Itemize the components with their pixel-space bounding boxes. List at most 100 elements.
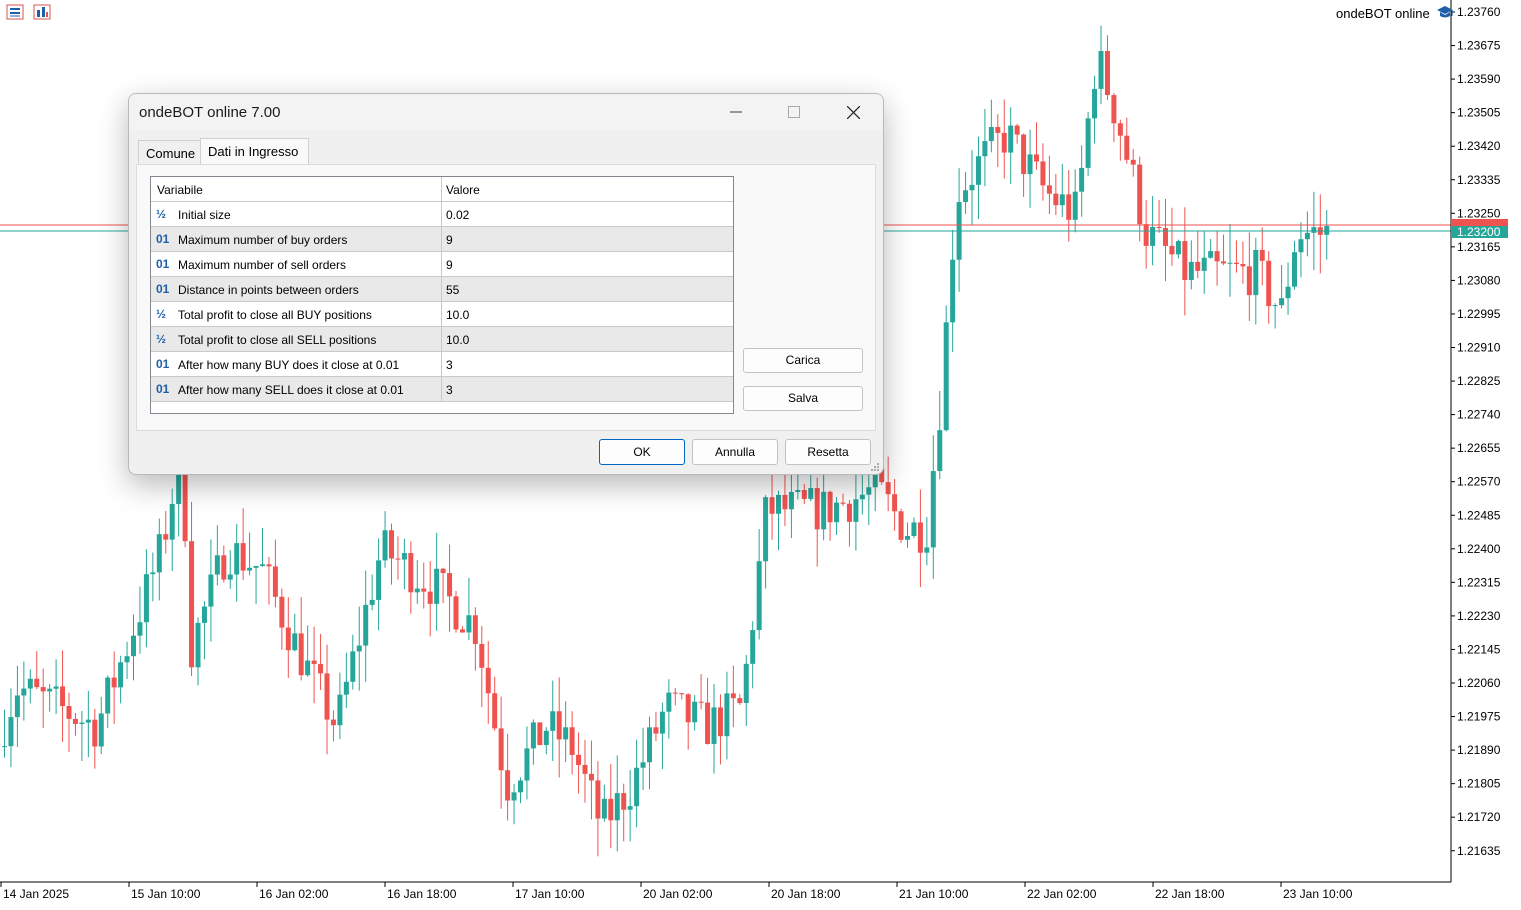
input-name: Distance in points between orders xyxy=(178,283,359,297)
maximize-button[interactable] xyxy=(765,94,823,130)
candle-body xyxy=(1175,241,1181,255)
candle-body xyxy=(260,564,265,566)
candle-body xyxy=(14,695,20,718)
candle-body xyxy=(201,606,207,623)
save-button[interactable]: Salva xyxy=(743,386,863,411)
candle-body xyxy=(569,727,575,755)
price-axis-label: 1.21975 xyxy=(1457,710,1501,724)
candle-body xyxy=(382,530,388,561)
input-value[interactable]: 9 xyxy=(446,258,453,272)
load-button[interactable]: Carica xyxy=(743,348,863,373)
input-row[interactable]: 01 Maximum number of buy orders 9 xyxy=(151,227,733,252)
price-axis-label: 1.21720 xyxy=(1457,810,1501,824)
candle-body xyxy=(814,488,820,530)
candle-body xyxy=(266,564,272,567)
candle-body xyxy=(788,491,794,510)
input-name: Total profit to close all SELL positions xyxy=(178,333,377,347)
candle-body xyxy=(801,490,807,499)
inputs-grid: Variabile Valore ½ Initial size 0.02 01 Maxi… xyxy=(150,176,734,414)
candle-body xyxy=(492,693,498,729)
int-type-icon: 01 xyxy=(156,232,170,246)
input-value[interactable]: 55 xyxy=(446,283,459,297)
close-button[interactable] xyxy=(824,94,882,130)
price-axis-label: 1.22655 xyxy=(1457,441,1501,455)
candle-body xyxy=(27,678,33,689)
input-row[interactable]: ½ Total profit to close all BUY positions… xyxy=(151,302,733,327)
candle-body xyxy=(1085,118,1091,168)
candle-body xyxy=(1066,194,1072,220)
candle-body xyxy=(337,694,343,726)
dialog-titlebar[interactable]: ondeBOT online 7.00 xyxy=(129,94,883,130)
candle-body xyxy=(1027,154,1033,175)
candle-body xyxy=(421,588,427,592)
candle-body xyxy=(969,184,975,191)
price-axis-label: 1.22825 xyxy=(1457,374,1501,388)
input-value[interactable]: 0.02 xyxy=(446,208,469,222)
input-row[interactable]: 01 Distance in points between orders 55 xyxy=(151,277,733,302)
input-row[interactable]: ½ Total profit to close all SELL position… xyxy=(151,327,733,352)
candle-body xyxy=(459,629,465,633)
input-name: Initial size xyxy=(178,208,231,222)
candle-body xyxy=(311,660,317,665)
input-row[interactable]: 01 After how many SELL does it close at 0… xyxy=(151,377,733,402)
input-value[interactable]: 10.0 xyxy=(446,308,469,322)
resize-grip-icon[interactable] xyxy=(870,461,880,471)
candle-body xyxy=(195,622,201,668)
candle-body xyxy=(1040,161,1046,186)
input-value[interactable]: 10.0 xyxy=(446,333,469,347)
candle-body xyxy=(950,259,956,323)
tab-comune[interactable]: Comune xyxy=(138,140,201,164)
input-row[interactable]: ½ Initial size 0.02 xyxy=(151,202,733,227)
cancel-button[interactable]: Annulla xyxy=(692,439,778,465)
chart-list-icon[interactable] xyxy=(6,4,24,20)
candle-body xyxy=(1130,159,1136,165)
price-axis-label: 1.22315 xyxy=(1457,575,1501,589)
chart-bars-icon[interactable] xyxy=(33,4,51,20)
candle-body xyxy=(137,622,143,636)
reset-button[interactable]: Resetta xyxy=(785,439,871,465)
candle-body xyxy=(537,722,543,746)
candle-body xyxy=(795,490,801,492)
candle-body xyxy=(692,701,698,723)
input-value[interactable]: 3 xyxy=(446,358,453,372)
input-value[interactable]: 9 xyxy=(446,233,453,247)
price-axis-label: 1.23590 xyxy=(1457,72,1501,86)
candle-body xyxy=(298,633,304,676)
candle-body xyxy=(988,127,994,142)
input-row[interactable]: 01 After how many BUY does it close at 0.… xyxy=(151,352,733,377)
tab-inputs[interactable]: Dati in Ingresso xyxy=(200,138,309,164)
candle-body xyxy=(1092,88,1098,119)
time-axis-label: 17 Jan 10:00 xyxy=(515,887,585,901)
price-axis-label: 1.22230 xyxy=(1457,609,1501,623)
candle-body xyxy=(1240,263,1246,267)
candle-body xyxy=(1272,305,1278,307)
candle-body xyxy=(1233,262,1239,264)
candle-body xyxy=(1098,50,1104,89)
price-axis-label: 1.22995 xyxy=(1457,307,1501,321)
candle-body xyxy=(905,535,910,540)
candle-body xyxy=(150,572,156,575)
candle-body xyxy=(272,566,278,597)
ok-button[interactable]: OK xyxy=(599,439,685,465)
time-axis-label: 21 Jan 10:00 xyxy=(899,887,969,901)
price-axis-label: 1.23505 xyxy=(1457,106,1501,120)
minimize-button[interactable] xyxy=(707,94,765,130)
price-axis-label: 1.22910 xyxy=(1457,341,1501,355)
input-row[interactable]: 01 Maximum number of sell orders 9 xyxy=(151,252,733,277)
time-axis-label: 16 Jan 02:00 xyxy=(259,887,329,901)
header-variable: Variabile xyxy=(157,183,203,197)
candle-body xyxy=(711,707,717,744)
expert-status[interactable]: ondeBOT online xyxy=(1336,5,1454,22)
candle-body xyxy=(1253,249,1259,296)
dialog-title: ondeBOT online 7.00 xyxy=(139,104,281,121)
input-value[interactable]: 3 xyxy=(446,383,453,397)
candle-body xyxy=(2,746,7,748)
int-type-icon: 01 xyxy=(156,257,170,271)
candle-body xyxy=(47,688,53,692)
candle-body xyxy=(279,596,285,628)
candle-body xyxy=(1201,257,1207,271)
candle-body xyxy=(1104,50,1110,96)
candle-body xyxy=(1034,154,1039,162)
candle-body xyxy=(730,693,736,699)
candle-body xyxy=(453,596,459,630)
